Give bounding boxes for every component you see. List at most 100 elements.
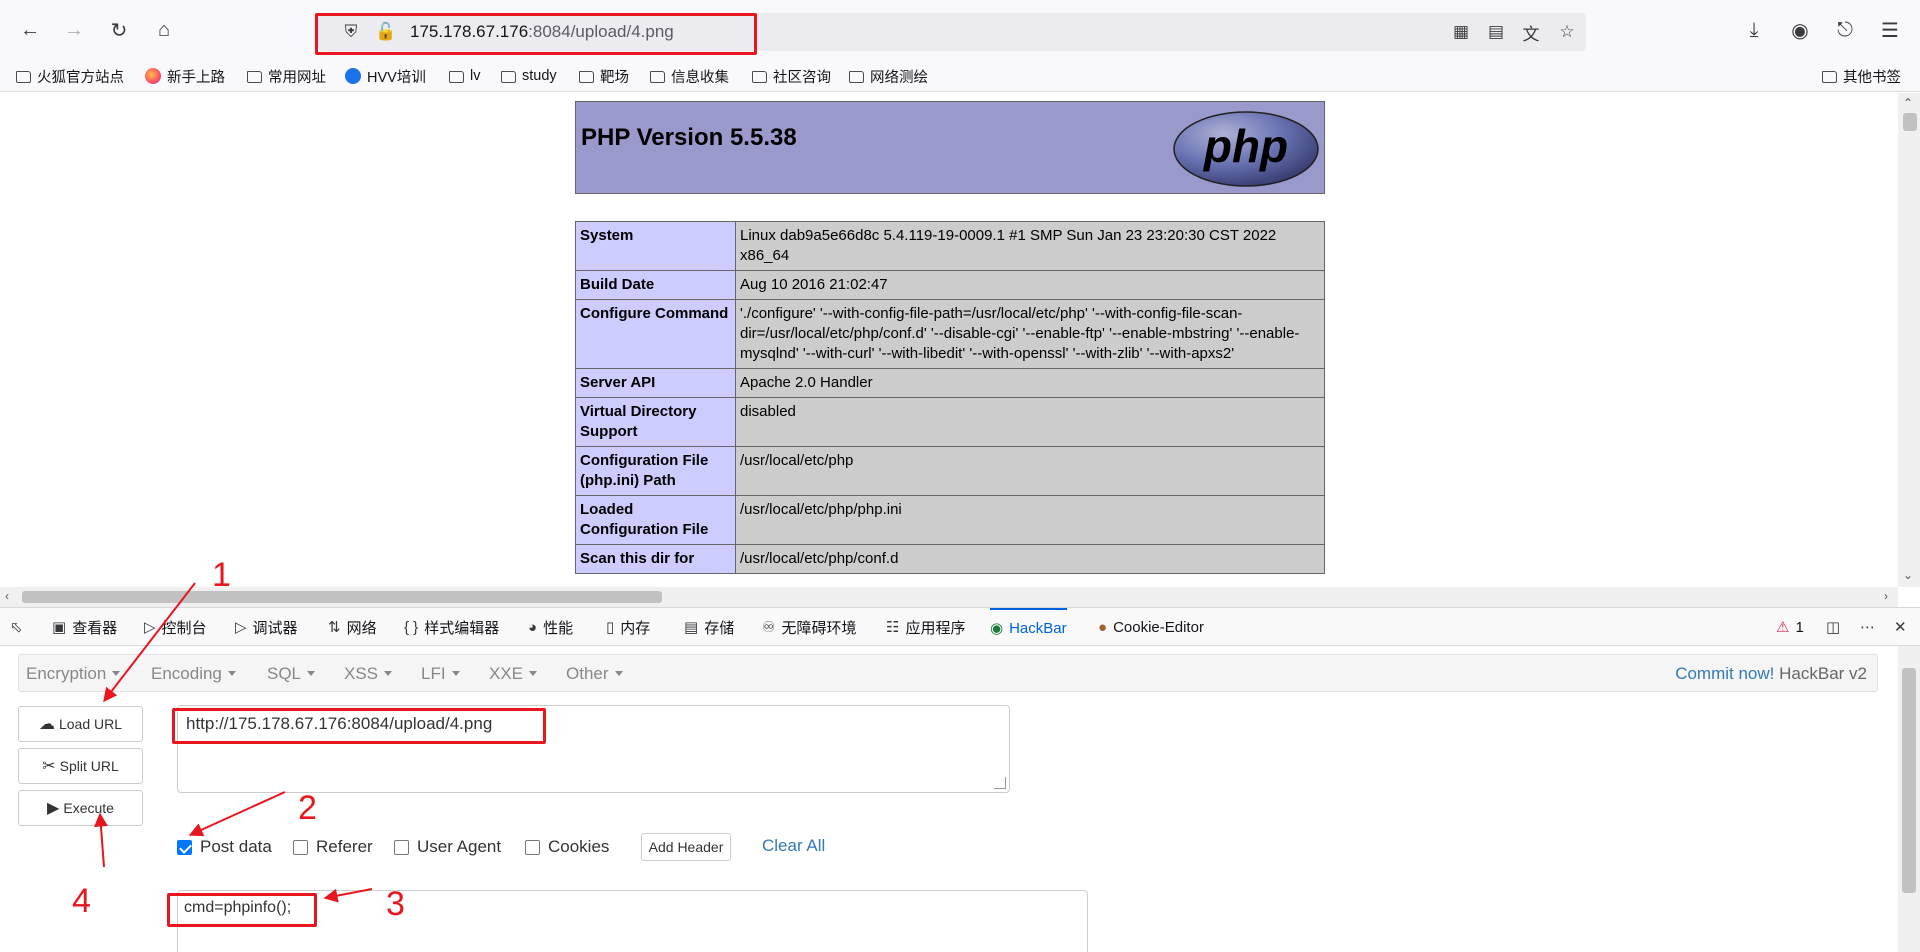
phpinfo-row: System Linux dab9a5e66d8c 5.4.119-19-0009… [575,221,1325,271]
tab-inspector[interactable]: ▣ 查看器 [52,608,117,646]
home-icon[interactable]: ⌂ [148,14,180,46]
reader-view-icon[interactable]: ▤ [1483,19,1509,45]
phpinfo-value: Apache 2.0 Handler [735,368,1325,398]
tab-application[interactable]: ☷ 应用程序 [886,608,965,646]
checkbox-icon[interactable] [293,839,308,855]
page-content: PHP Version 5.5.38 php System Linux dab9a… [0,93,1898,587]
folder-icon [849,71,864,83]
menu-xxe[interactable]: XXE [489,664,538,684]
bookmark-item[interactable]: 社区咨询 [752,64,831,88]
qr-code-icon[interactable]: ▦ [1448,19,1474,45]
download-icon[interactable]: ⤓ [1738,14,1770,46]
caret-down-icon [307,671,316,676]
menu-icon[interactable]: ☰ [1874,14,1906,46]
more-options-icon[interactable]: ⋯ [1860,608,1881,646]
phpinfo-key: System [575,221,736,271]
play-circle-icon: ▶ [47,800,60,817]
dock-icon[interactable]: ◫ [1826,608,1846,646]
checkbox-icon[interactable] [394,839,409,855]
bookmark-star-icon[interactable]: ☆ [1554,19,1580,45]
error-count-badge[interactable]: ⚠ 1 [1776,608,1804,646]
folder-icon [247,71,262,83]
scroll-left-icon[interactable]: ‹ [5,589,9,603]
annotation-number: 3 [386,885,405,923]
site-icon [345,68,361,84]
bookmark-item[interactable]: 新手上路 [145,64,225,88]
tab-storage[interactable]: ▤ 存储 [684,608,734,646]
phpinfo-key: Configuration File (php.ini) Path [575,446,736,496]
element-picker-icon[interactable]: ⬁ [10,608,29,646]
caret-down-icon [227,671,236,676]
inspector-icon: ▣ [52,619,67,636]
caret-down-icon [112,671,121,676]
bookmark-item[interactable]: 信息收集 [650,64,729,88]
menu-xss[interactable]: XSS [344,664,393,684]
tab-style-editor[interactable]: { } 样式编辑器 [404,608,499,646]
load-url-button[interactable]: ☁ Load URL [18,706,143,742]
scroll-up-icon[interactable]: ⌃ [1903,96,1913,110]
account-icon[interactable]: ◉ [1784,14,1816,46]
other-bookmarks[interactable]: 其他书签 [1822,64,1901,88]
page-vertical-scrollbar[interactable] [1898,93,1920,587]
url-annotation-box [315,13,757,55]
resize-grip-icon[interactable] [994,777,1006,789]
user-agent-checkbox[interactable]: User Agent [394,837,501,857]
tab-network[interactable]: ⇅ 网络 [328,608,377,646]
menu-other[interactable]: Other [566,664,623,684]
close-devtools-icon[interactable]: ✕ [1894,608,1913,646]
menu-lfi[interactable]: LFI [421,664,460,684]
split-url-button[interactable]: ✂ Split URL [18,748,143,784]
back-icon[interactable]: ← [14,14,46,46]
forward-icon[interactable]: → [58,14,90,46]
scroll-right-icon[interactable]: › [1884,589,1888,603]
hackbar-icon: ◉ [990,620,1004,637]
scroll-down-icon[interactable]: ⌄ [1903,568,1913,582]
tab-debugger[interactable]: ▷ 调试器 [235,608,298,646]
page-horizontal-scroll-thumb[interactable] [22,591,662,603]
tab-performance[interactable]: ◕ 性能 [528,608,573,646]
bookmark-item[interactable]: study [501,64,557,88]
php-logo-text: php [1202,120,1288,172]
execute-button[interactable]: ▶ Execute [18,790,143,826]
checkbox-icon[interactable] [525,839,540,855]
folder-icon [579,71,594,83]
caret-down-icon [529,671,538,676]
bookmark-item[interactable]: HVV培训 [345,64,426,88]
application-icon: ☷ [886,619,900,636]
phpinfo-row: Build Date Aug 10 2016 21:02:47 [575,270,1325,300]
menu-encryption[interactable]: Encryption [26,664,121,684]
phpinfo-key: Server API [575,368,736,398]
menu-encoding[interactable]: Encoding [151,664,236,684]
clear-all-link[interactable]: Clear All [762,836,825,856]
page-vertical-scroll-thumb[interactable] [1903,113,1917,131]
tab-hackbar[interactable]: ◉ HackBar [990,608,1067,646]
bookmark-item[interactable]: 火狐官方站点 [16,64,124,88]
tab-console[interactable]: ▷ 控制台 [144,608,207,646]
tab-accessibility[interactable]: ♾ 无障碍环境 [762,608,856,646]
bookmark-item[interactable]: 网络测绘 [849,64,928,88]
post-data-checkbox[interactable]: Post data [177,837,272,857]
annotation-number: 1 [212,556,231,594]
cookies-checkbox[interactable]: Cookies [525,837,609,857]
network-icon: ⇅ [328,619,341,636]
performance-icon: ◕ [528,618,538,636]
extensions-icon[interactable]: ⎋ [1829,14,1861,46]
phpinfo-table: System Linux dab9a5e66d8c 5.4.119-19-0009… [575,221,1325,574]
devtools-scroll-thumb[interactable] [1902,668,1916,893]
reload-icon[interactable]: ↻ [103,14,135,46]
bookmark-item[interactable]: lv [449,64,480,88]
commit-now-link[interactable]: Commit now! [1675,664,1774,683]
bookmark-item[interactable]: 靶场 [579,64,629,88]
hackbar-panel: Encryption Encoding SQL XSS LFI XXE Othe… [0,647,1898,952]
add-header-button[interactable]: Add Header [641,833,731,861]
post-value-annotation-box [167,893,317,927]
referer-checkbox[interactable]: Referer [293,837,373,857]
checkbox-checked-icon[interactable] [177,839,192,855]
bookmark-item[interactable]: 常用网址 [247,64,326,88]
translate-icon[interactable]: 文 [1518,19,1544,45]
phpinfo-value: /usr/local/etc/php [735,446,1325,496]
tab-cookie-editor[interactable]: ● Cookie-Editor [1098,608,1204,646]
menu-sql[interactable]: SQL [267,664,316,684]
tab-memory[interactable]: ▯ 内存 [606,608,650,646]
folder-icon [752,71,767,83]
